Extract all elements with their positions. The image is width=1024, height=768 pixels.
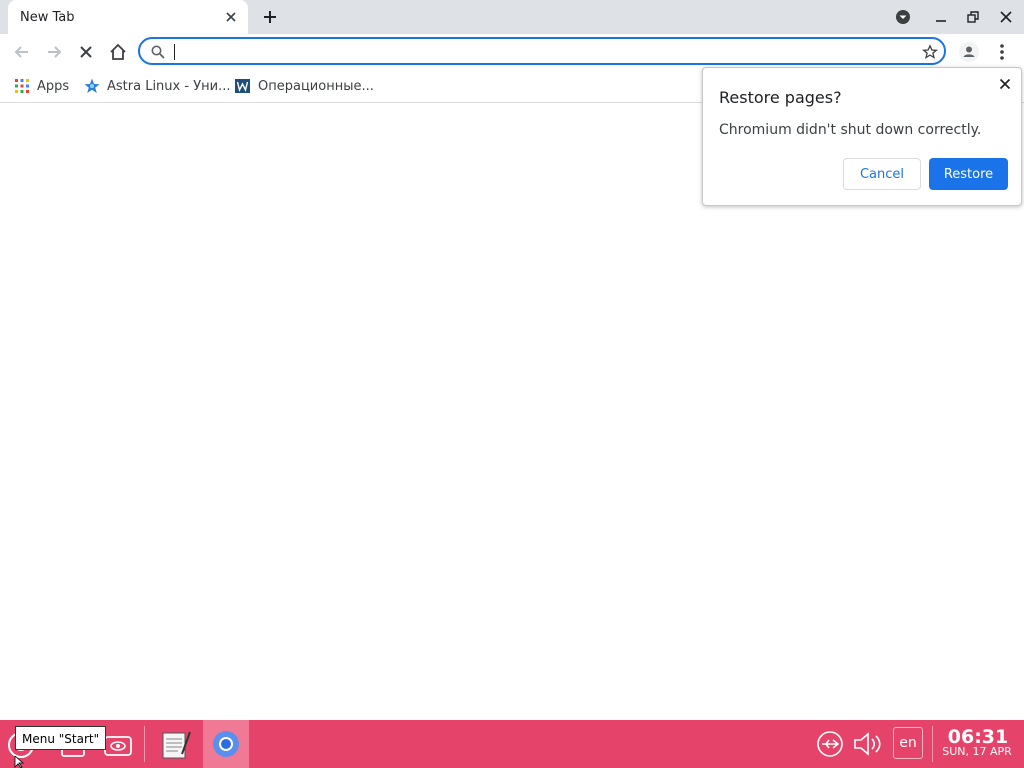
start-menu-tooltip: Menu "Start" bbox=[15, 726, 107, 750]
restore-window-icon[interactable] bbox=[964, 8, 982, 26]
address-bar[interactable] bbox=[138, 37, 946, 65]
dialog-title: Restore pages? bbox=[719, 88, 842, 107]
w-logo-icon bbox=[235, 79, 250, 93]
restore-pages-dialog: Restore pages? Chromium didn't shut down… bbox=[702, 67, 1022, 206]
profile-avatar-icon[interactable] bbox=[958, 41, 980, 63]
clock-date[interactable]: SUN, 17 APR bbox=[936, 745, 1018, 758]
tab-search-icon[interactable] bbox=[894, 8, 912, 26]
text-editor-icon[interactable] bbox=[160, 730, 192, 760]
menu-kebab-icon[interactable] bbox=[991, 41, 1013, 63]
taskbar-divider bbox=[932, 726, 933, 762]
tab-new-tab[interactable]: New Tab bbox=[8, 0, 248, 34]
restore-button[interactable]: Restore bbox=[929, 158, 1008, 190]
back-arrow-icon[interactable] bbox=[11, 41, 33, 63]
tab-strip: New Tab bbox=[0, 0, 1024, 34]
eye-viewer-icon[interactable] bbox=[103, 732, 133, 758]
forward-arrow-icon[interactable] bbox=[43, 41, 65, 63]
toolbar bbox=[0, 34, 1024, 70]
cancel-button[interactable]: Cancel bbox=[843, 158, 921, 190]
keyboard-layout-indicator[interactable]: en bbox=[893, 727, 923, 759]
minimize-icon[interactable] bbox=[932, 8, 950, 26]
bookmark-astra-linux[interactable]: Astra Linux - Уни... bbox=[84, 76, 230, 96]
mouse-cursor-icon bbox=[14, 756, 25, 768]
new-tab-button[interactable] bbox=[260, 7, 280, 27]
bookmark-apps[interactable]: Apps bbox=[14, 76, 69, 96]
close-icon[interactable] bbox=[997, 76, 1013, 92]
tab-title: New Tab bbox=[20, 10, 75, 25]
bookmark-operating-systems[interactable]: Операционные... bbox=[235, 76, 374, 96]
bookmark-label: Apps bbox=[37, 78, 70, 94]
home-icon[interactable] bbox=[107, 41, 129, 63]
astra-star-icon bbox=[84, 78, 100, 93]
chromium-icon bbox=[213, 731, 239, 757]
text-caret bbox=[174, 44, 175, 60]
address-input[interactable] bbox=[174, 41, 914, 61]
apps-grid-icon bbox=[15, 79, 29, 93]
bookmark-star-icon[interactable] bbox=[922, 44, 938, 60]
search-icon bbox=[151, 45, 165, 59]
network-usb-icon[interactable] bbox=[816, 730, 844, 758]
bookmark-label: Astra Linux - Уни... bbox=[107, 78, 231, 94]
close-window-icon[interactable] bbox=[997, 8, 1015, 26]
close-tab-icon[interactable] bbox=[222, 8, 240, 26]
volume-icon[interactable] bbox=[852, 730, 886, 758]
stop-loading-icon[interactable] bbox=[75, 41, 97, 63]
dialog-message: Chromium didn't shut down correctly. bbox=[719, 122, 982, 138]
taskbar-chromium[interactable] bbox=[203, 720, 249, 768]
bookmark-label: Операционные... bbox=[258, 78, 374, 94]
taskbar-divider bbox=[144, 726, 145, 762]
